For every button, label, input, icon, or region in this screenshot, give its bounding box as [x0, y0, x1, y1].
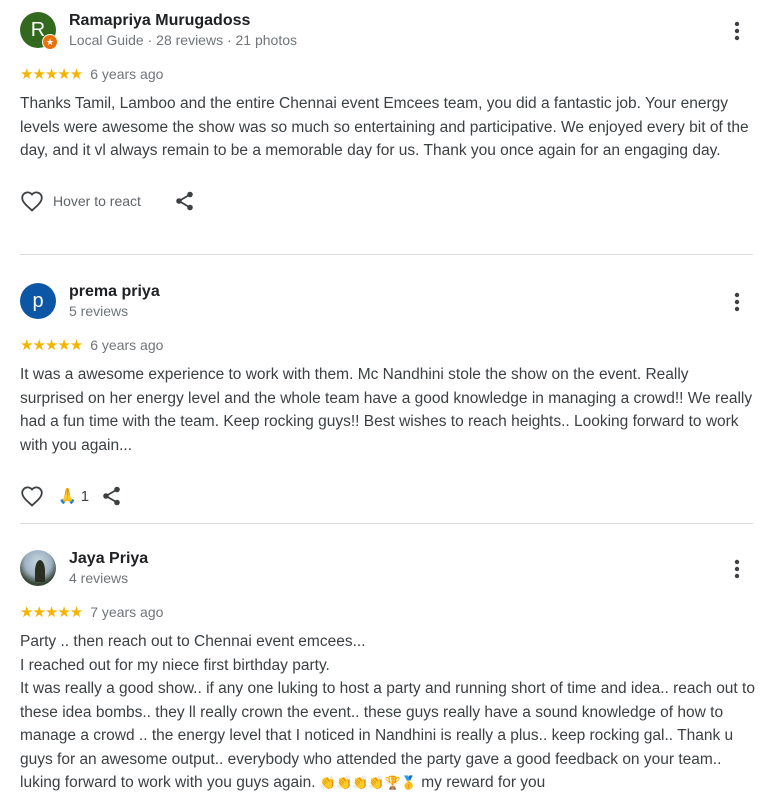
reaction-count: 1	[80, 487, 90, 505]
hover-to-react-label: Hover to react	[53, 192, 141, 209]
review-header: p prema priya 5 reviews	[20, 283, 753, 323]
review-actions: 🙏 1	[20, 481, 753, 511]
avatar[interactable]: R ★	[20, 12, 58, 50]
heart-outline-icon[interactable]	[20, 485, 44, 507]
star-rating: ★★★★★	[20, 603, 83, 621]
review-header: Jaya Priya 4 reviews	[20, 550, 753, 590]
reviewer-name[interactable]: prema priya	[69, 283, 160, 301]
clap-trophy-medal-emoji: 👏👏👏👏🏆🥇	[319, 776, 417, 791]
share-icon[interactable]	[174, 190, 196, 212]
rating-row: ★★★★★ 6 years ago	[20, 333, 753, 357]
star-rating: ★★★★★	[20, 65, 83, 83]
avatar[interactable]	[20, 550, 56, 586]
more-vert-icon[interactable]	[727, 289, 747, 315]
reviewer-meta[interactable]: 4 reviews	[69, 570, 128, 586]
reviewer-name[interactable]: Ramapriya Murugadoss	[69, 12, 250, 30]
reviewer-meta[interactable]: Local Guide · 28 reviews · 21 photos	[69, 32, 297, 48]
star-rating: ★★★★★	[20, 336, 83, 354]
local-guide-star-icon: ★	[42, 34, 58, 50]
more-vert-icon[interactable]	[727, 18, 747, 44]
review-text: Thanks Tamil, Lamboo and the entire Chen…	[20, 95, 749, 159]
review-age: 6 years ago	[90, 337, 164, 353]
review-header: R ★ Ramapriya Murugadoss Local Guide · 2…	[20, 12, 753, 52]
heart-outline-icon[interactable]	[20, 190, 44, 212]
avatar-photo-image	[35, 560, 45, 582]
share-icon[interactable]	[101, 485, 123, 507]
rating-row: ★★★★★ 7 years ago	[20, 600, 753, 624]
review-card: R ★ Ramapriya Murugadoss Local Guide · 2…	[20, 0, 753, 255]
rating-row: ★★★★★ 6 years ago	[20, 62, 753, 86]
more-vert-icon[interactable]	[727, 556, 747, 582]
review-age: 6 years ago	[90, 66, 164, 82]
reaction-chip[interactable]: 🙏 1	[58, 487, 89, 505]
avatar-letter: p	[32, 290, 44, 312]
avatar[interactable]: p	[20, 283, 56, 319]
reviewer-meta[interactable]: 5 reviews	[69, 303, 128, 319]
review-text-main: Party .. then reach out to Chennai event…	[20, 633, 755, 791]
review-actions: Hover to react	[20, 186, 753, 216]
review-age: 7 years ago	[90, 604, 164, 620]
review-card: p prema priya 5 reviews ★★★★★ 6 years ag…	[20, 255, 753, 524]
review-text: It was a awesome experience to work with…	[20, 366, 753, 454]
reviewer-name[interactable]: Jaya Priya	[69, 550, 148, 568]
review-card: Jaya Priya 4 reviews ★★★★★ 7 years ago P…	[20, 524, 756, 796]
review-text: Party .. then reach out to Chennai event…	[20, 630, 756, 796]
praying-hands-icon: 🙏	[58, 487, 77, 505]
review-text-tail: my reward for you	[416, 774, 546, 791]
